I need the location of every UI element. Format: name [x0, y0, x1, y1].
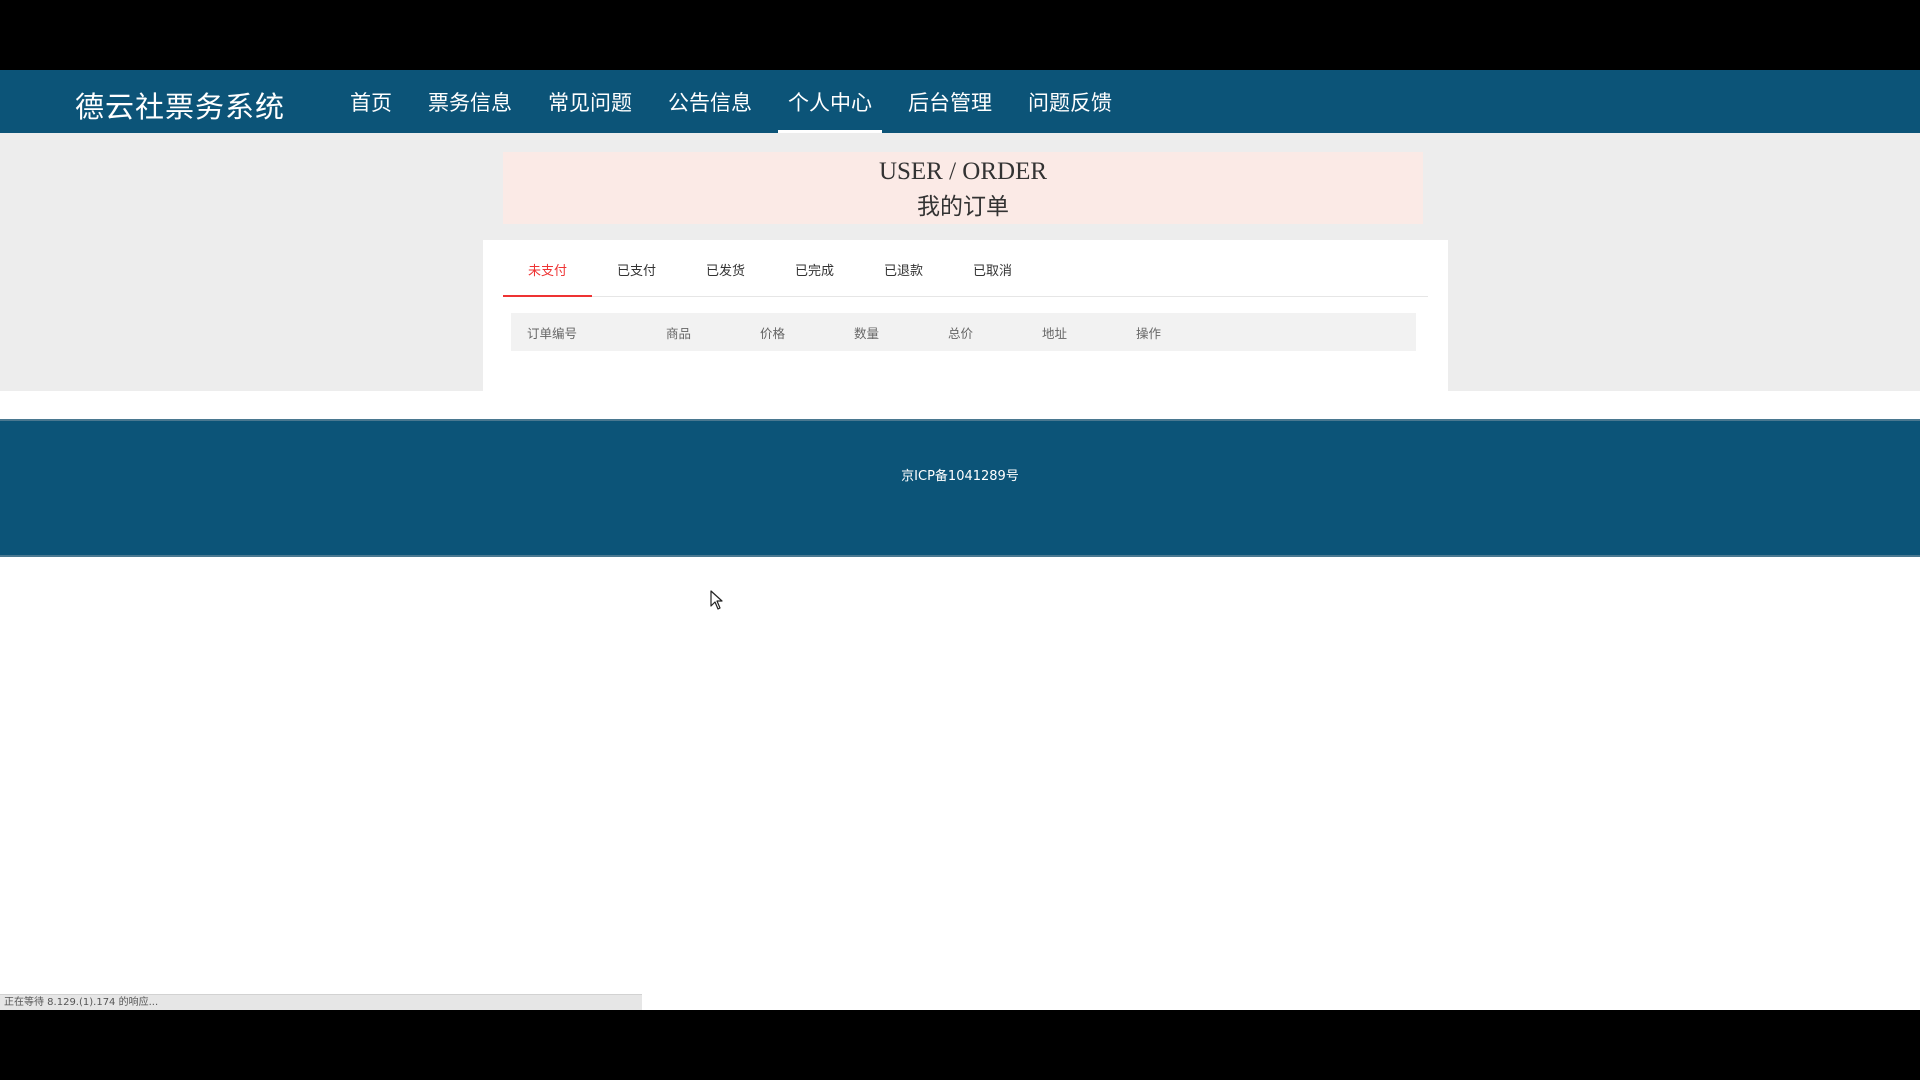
icp-record: 京ICP备1041289号 [901, 469, 1019, 484]
tab-completed[interactable]: 已完成 [770, 250, 859, 296]
page-heading: USER / ORDER 我的订单 [503, 152, 1423, 224]
column-header-actions: 操作 [1136, 325, 1162, 341]
nav-item-announcements[interactable]: 公告信息 [658, 70, 762, 133]
browser-status-bar: 正在等待 8.129.(1).174 的响应... [0, 994, 642, 1010]
browser-viewport: 德云社票务系统 首页 票务信息 常见问题 公告信息 个人中心 后台管理 问题反馈… [0, 70, 1920, 1010]
nav-item-feedback[interactable]: 问题反馈 [1018, 70, 1122, 133]
column-header-order-number: 订单编号 [527, 325, 578, 341]
order-table-header: 订单编号 商品 价格 数量 总价 地址 操作 [511, 313, 1416, 351]
site-footer: 京ICP备1041289号 [0, 419, 1920, 557]
main-nav: 首页 票务信息 常见问题 公告信息 个人中心 后台管理 问题反馈 [340, 70, 1138, 133]
page-heading-english: USER / ORDER [878, 158, 1048, 185]
order-panel: 未支付 已支付 已发货 已完成 已退款 已取消 订单编号 商品 价格 数量 总价… [483, 240, 1448, 391]
mouse-pointer-icon [710, 590, 723, 610]
column-header-price: 价格 [760, 325, 786, 341]
screen-letterbox-top [0, 0, 1920, 70]
screen-letterbox-bottom [0, 1010, 1920, 1080]
column-header-total: 总价 [948, 325, 974, 341]
column-header-address: 地址 [1042, 325, 1068, 341]
nav-item-home[interactable]: 首页 [340, 70, 402, 133]
site-title[interactable]: 德云社票务系统 [75, 84, 285, 126]
site-header: 德云社票务系统 首页 票务信息 常见问题 公告信息 个人中心 后台管理 问题反馈 [0, 70, 1920, 133]
tab-cancelled[interactable]: 已取消 [948, 250, 1037, 296]
nav-item-admin[interactable]: 后台管理 [898, 70, 1002, 133]
nav-item-tickets[interactable]: 票务信息 [418, 70, 522, 133]
tab-refunded[interactable]: 已退款 [859, 250, 948, 296]
nav-item-user-center[interactable]: 个人中心 [778, 70, 882, 133]
page-heading-chinese: 我的订单 [917, 194, 1009, 220]
order-status-tabs: 未支付 已支付 已发货 已完成 已退款 已取消 [503, 250, 1428, 297]
tab-shipped[interactable]: 已发货 [681, 250, 770, 296]
tab-paid[interactable]: 已支付 [592, 250, 681, 296]
nav-item-faq[interactable]: 常见问题 [538, 70, 642, 133]
column-header-product: 商品 [666, 325, 692, 341]
column-header-quantity: 数量 [854, 325, 880, 341]
tab-unpaid[interactable]: 未支付 [503, 250, 592, 297]
